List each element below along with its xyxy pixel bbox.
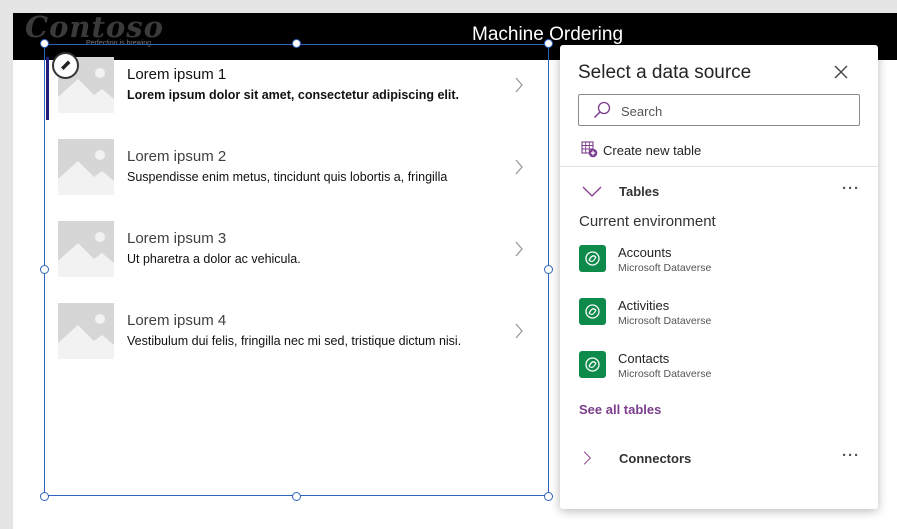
gallery-item[interactable]: Lorem ipsum 1 Lorem ipsum dolor sit amet… <box>46 44 549 126</box>
image-placeholder-icon <box>58 139 114 195</box>
canvas-top-margin <box>13 0 897 13</box>
table-source: Microsoft Dataverse <box>618 368 712 380</box>
search-icon <box>593 101 611 119</box>
gallery-item-subtitle: Ut pharetra a dolor ac vehicula. <box>127 252 301 266</box>
tables-label: Tables <box>619 184 660 199</box>
dataverse-icon <box>579 298 606 325</box>
connectors-section-header[interactable]: Connectors ··· <box>578 448 868 471</box>
tables-section-header[interactable]: Tables ··· <box>578 181 868 204</box>
gallery-item-title: Lorem ipsum 3 <box>127 230 227 247</box>
search-input[interactable] <box>619 100 853 122</box>
chevron-right-icon[interactable] <box>514 323 524 339</box>
gallery-item-title: Lorem ipsum 1 <box>127 66 227 83</box>
chevron-right-icon <box>583 451 592 465</box>
dataverse-icon <box>579 245 606 272</box>
panel-title: Select a data source <box>578 62 752 83</box>
chevron-down-icon <box>582 186 602 197</box>
table-name: Contacts <box>618 351 670 366</box>
search-field[interactable] <box>578 94 860 126</box>
edit-gallery-button[interactable] <box>52 52 79 79</box>
table-name: Activities <box>618 298 670 313</box>
resize-handle-right[interactable] <box>544 265 553 274</box>
table-name: Accounts <box>618 245 672 260</box>
dataverse-icon <box>579 351 606 378</box>
divider <box>560 166 878 167</box>
table-item-accounts[interactable]: Accounts Microsoft Dataverse <box>579 245 859 285</box>
environment-label: Current environment <box>579 213 716 230</box>
gallery-item-subtitle: Vestibulum dui felis, fringilla nec mi s… <box>127 334 462 348</box>
resize-handle-top[interactable] <box>292 39 301 48</box>
connectors-label: Connectors <box>619 451 692 466</box>
more-options-icon[interactable]: ··· <box>840 448 862 467</box>
pencil-icon <box>60 60 71 71</box>
chevron-right-icon[interactable] <box>514 241 524 257</box>
table-add-icon <box>581 141 598 158</box>
gallery-item-subtitle: Lorem ipsum dolor sit amet, consectetur … <box>127 88 460 102</box>
gallery-item-title: Lorem ipsum 2 <box>127 148 227 165</box>
table-item-activities[interactable]: Activities Microsoft Dataverse <box>579 298 859 338</box>
selected-indicator <box>46 57 49 120</box>
canvas-left-margin <box>0 0 13 529</box>
more-options-icon[interactable]: ··· <box>840 181 862 200</box>
create-new-table-button[interactable]: Create new table <box>581 141 781 159</box>
data-source-panel: Select a data source Create new table Ta… <box>560 45 878 509</box>
create-new-table-label: Create new table <box>603 143 702 158</box>
table-source: Microsoft Dataverse <box>618 315 712 327</box>
resize-handle-bottom[interactable] <box>292 492 301 501</box>
table-source: Microsoft Dataverse <box>618 262 712 274</box>
gallery-item-subtitle: Suspendisse enim metus, tincidunt quis l… <box>127 170 448 184</box>
resize-handle-left[interactable] <box>40 265 49 274</box>
table-item-contacts[interactable]: Contacts Microsoft Dataverse <box>579 351 859 391</box>
resize-handle-top-right[interactable] <box>544 39 553 48</box>
chevron-right-icon[interactable] <box>514 77 524 93</box>
gallery-item[interactable]: Lorem ipsum 3 Ut pharetra a dolor ac veh… <box>46 208 549 290</box>
resize-handle-top-left[interactable] <box>40 39 49 48</box>
gallery-item[interactable]: Lorem ipsum 4 Vestibulum dui felis, frin… <box>46 290 549 372</box>
gallery[interactable]: Lorem ipsum 1 Lorem ipsum dolor sit amet… <box>46 44 549 495</box>
chevron-right-icon[interactable] <box>514 159 524 175</box>
resize-handle-bottom-right[interactable] <box>544 492 553 501</box>
image-placeholder-icon <box>58 303 114 359</box>
close-icon[interactable] <box>834 65 848 79</box>
image-placeholder-icon <box>58 221 114 277</box>
gallery-item[interactable]: Lorem ipsum 2 Suspendisse enim metus, ti… <box>46 126 549 208</box>
see-all-tables-link[interactable]: See all tables <box>579 402 661 417</box>
resize-handle-bottom-left[interactable] <box>40 492 49 501</box>
gallery-item-title: Lorem ipsum 4 <box>127 312 227 329</box>
